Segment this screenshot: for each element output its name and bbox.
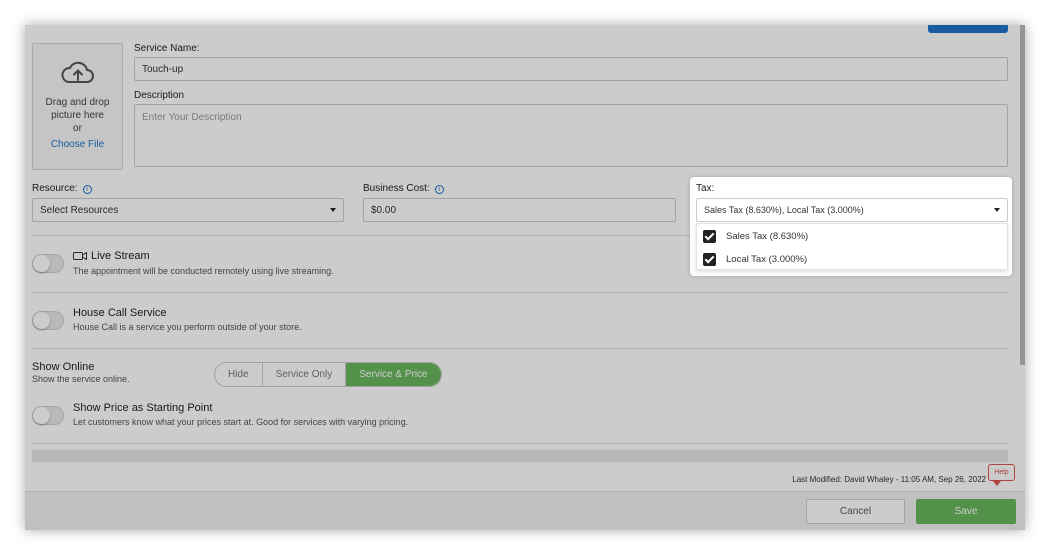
- tax-field-panel: Tax: Sales Tax (8.630%), Local Tax (3.00…: [690, 177, 1012, 276]
- live-stream-toggle[interactable]: [32, 254, 64, 273]
- save-button[interactable]: Save: [916, 499, 1016, 524]
- collapsed-section-bar: [32, 450, 1008, 462]
- resource-select[interactable]: Select Resources: [32, 198, 344, 222]
- live-stream-title-row: Live Stream: [73, 250, 150, 262]
- cancel-button[interactable]: Cancel: [806, 499, 905, 524]
- description-textarea[interactable]: Enter Your Description: [134, 104, 1008, 167]
- starting-point-title: Show Price as Starting Point: [73, 402, 213, 414]
- live-stream-desc: The appointment will be conducted remote…: [73, 266, 334, 276]
- upload-line-3: or: [73, 123, 82, 134]
- divider: [32, 292, 1008, 293]
- business-cost-label: Business Cost: i: [363, 183, 444, 194]
- resource-select-value: Select Resources: [40, 204, 119, 216]
- info-icon[interactable]: i: [434, 185, 444, 194]
- resource-label-text: Resource:: [32, 183, 78, 194]
- show-online-title: Show Online: [32, 361, 95, 373]
- service-name-label: Service Name:: [134, 43, 200, 54]
- tax-select-value: Sales Tax (8.630%), Local Tax (3.000%): [704, 205, 864, 215]
- divider: [32, 443, 1008, 444]
- show-online-option-service-and-price[interactable]: Service & Price: [346, 363, 441, 386]
- business-cost-input[interactable]: $0.00: [363, 198, 676, 222]
- service-name-input[interactable]: Touch-up: [134, 57, 1008, 81]
- tax-select[interactable]: Sales Tax (8.630%), Local Tax (3.000%): [696, 198, 1008, 222]
- resource-label: Resource: i: [32, 183, 92, 194]
- tax-dropdown-menu: Sales Tax (8.630%) Local Tax (3.000%): [696, 223, 1008, 270]
- help-button[interactable]: Help: [988, 464, 1015, 486]
- business-cost-label-text: Business Cost:: [363, 183, 430, 194]
- edit-service-modal: Drag and drop picture here or Choose Fil…: [25, 25, 1025, 530]
- tax-option-label: Sales Tax (8.630%): [726, 230, 809, 242]
- tax-option-label: Local Tax (3.000%): [726, 253, 808, 265]
- caret-down-icon: [330, 208, 336, 212]
- top-accent-bar: [928, 25, 1008, 33]
- tax-option-local[interactable]: Local Tax (3.000%): [703, 252, 807, 266]
- upload-line-2: picture here: [51, 110, 104, 121]
- show-online-desc: Show the service online.: [32, 374, 130, 384]
- last-modified-text: Last Modified: David Whaley - 11:05 AM, …: [792, 475, 986, 484]
- starting-point-toggle[interactable]: [32, 406, 64, 425]
- scrollbar[interactable]: [1020, 25, 1025, 365]
- show-online-segmented-control: Hide Service Only Service & Price: [214, 362, 442, 387]
- starting-point-desc: Let customers know what your prices star…: [73, 417, 409, 427]
- house-call-desc: House Call is a service you perform outs…: [73, 322, 302, 332]
- cloud-upload-icon: [61, 61, 94, 83]
- tax-label: Tax:: [696, 183, 715, 194]
- house-call-toggle[interactable]: [32, 311, 64, 330]
- divider: [32, 348, 1008, 349]
- info-icon[interactable]: i: [82, 185, 92, 194]
- checkbox-checked-icon[interactable]: [703, 229, 716, 243]
- choose-file-link[interactable]: Choose File: [33, 138, 122, 151]
- description-label: Description: [134, 90, 185, 101]
- show-online-option-hide[interactable]: Hide: [215, 363, 263, 386]
- upload-line-1: Drag and drop: [45, 97, 110, 108]
- picture-upload-dropzone[interactable]: Drag and drop picture here or Choose Fil…: [32, 43, 123, 170]
- caret-down-icon: [994, 208, 1000, 212]
- show-online-option-service-only[interactable]: Service Only: [263, 363, 347, 386]
- video-camera-icon: [73, 251, 87, 261]
- tax-option-sales[interactable]: Sales Tax (8.630%): [703, 229, 808, 243]
- live-stream-title: Live Stream: [91, 250, 150, 262]
- house-call-title: House Call Service: [73, 307, 167, 319]
- modal-footer: Cancel Save: [25, 491, 1025, 530]
- checkbox-checked-icon[interactable]: [703, 252, 716, 266]
